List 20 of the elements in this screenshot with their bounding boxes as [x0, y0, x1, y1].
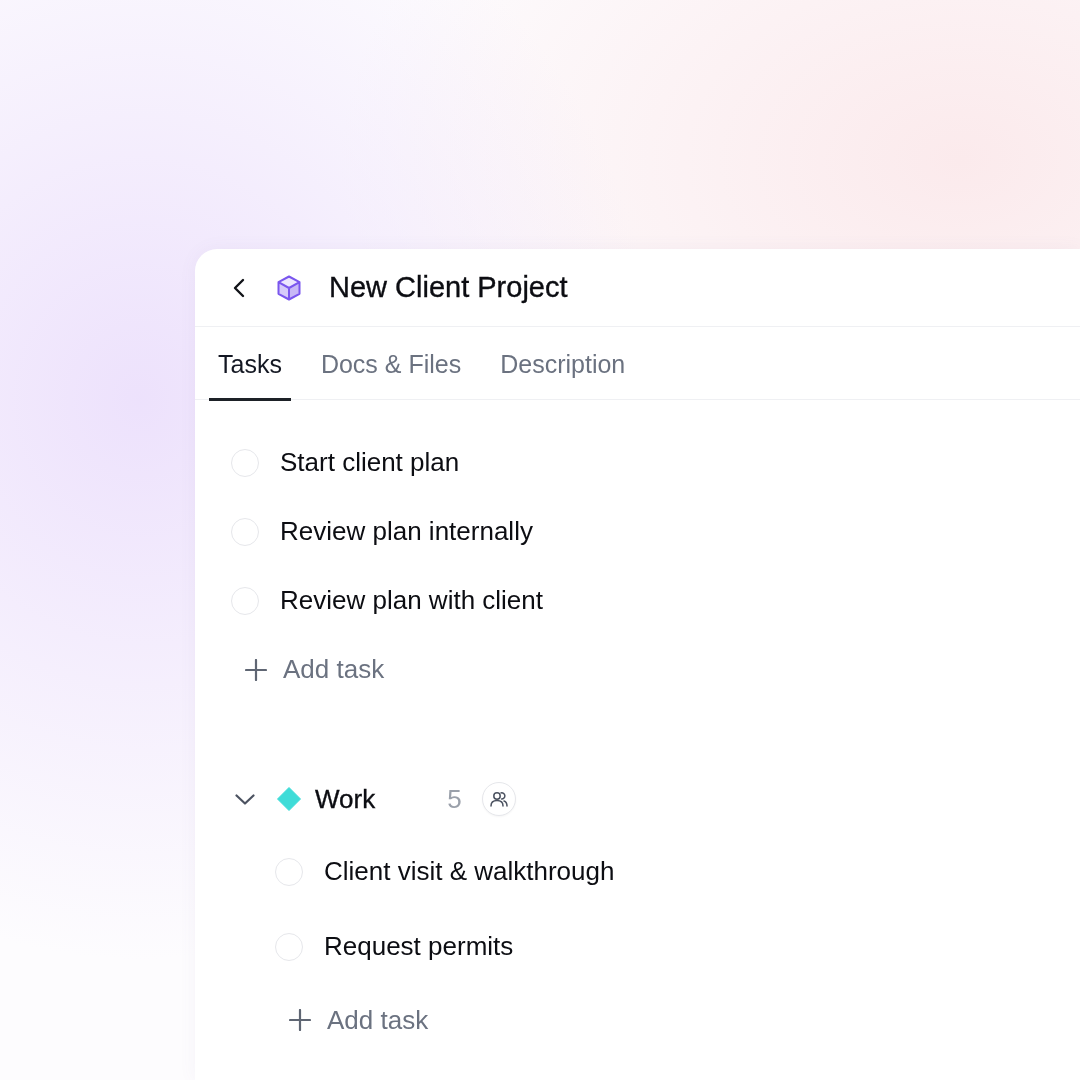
task-title: Review plan with client — [280, 585, 543, 616]
task-count: 5 — [447, 783, 462, 815]
people-icon — [489, 791, 508, 807]
add-task-button[interactable]: Add task — [231, 635, 385, 704]
plus-icon — [245, 658, 267, 681]
members-button[interactable] — [481, 782, 516, 816]
tab[interactable]: Docs & Files — [311, 327, 471, 401]
task-title: Client visit & walkthrough — [324, 856, 615, 887]
tab[interactable]: Description — [491, 327, 635, 401]
cube-icon — [277, 274, 301, 301]
task-title: Request permits — [324, 931, 514, 962]
group-name: Work — [315, 783, 376, 815]
task-title: Review plan internally — [280, 516, 533, 547]
project-title: New Client Project — [329, 271, 568, 304]
plus-icon — [289, 1009, 311, 1031]
back-icon[interactable] — [233, 277, 245, 298]
tab[interactable]: Tasks — [209, 327, 291, 401]
task-title: Start client plan — [280, 447, 460, 478]
chevron-down-icon[interactable] — [235, 793, 255, 805]
add-task-button[interactable]: Add task — [275, 984, 429, 1056]
